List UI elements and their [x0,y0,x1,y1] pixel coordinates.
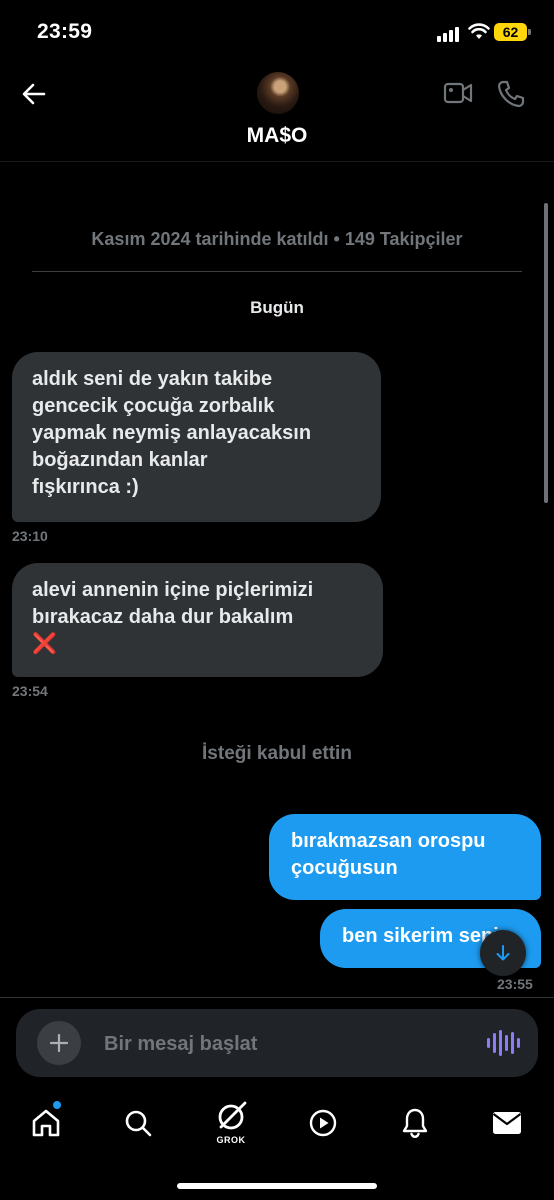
back-arrow-icon[interactable] [20,80,48,108]
message-line: yapmak neymiş anlayacaksın [32,422,312,444]
message-time: 23:54 [12,683,48,699]
incoming-message[interactable]: aldık seni de yakın takibe gencecik çocu… [12,352,381,522]
tab-grok[interactable] [201,1094,261,1140]
message-line: gencecik çocuğa zorbalık [32,395,275,417]
header-divider [0,161,554,162]
phone-icon[interactable] [496,79,526,114]
scroll-down-button[interactable] [480,930,526,976]
video-call-icon[interactable] [443,80,473,111]
tab-messages[interactable] [477,1100,537,1146]
cellular-signal-icon [437,27,459,42]
battery-icon: 62 [494,23,527,41]
joined-info: Kasım 2024 tarihinde katıldı • 149 Takip… [91,229,463,249]
message-line: çocuğusun [291,857,398,879]
message-line: alevi annenin içine piçlerimizi [32,579,314,601]
message-line: fışkırınca :) [32,476,139,498]
date-separator: Bugün [250,298,304,317]
scroll-down-arrow-icon [496,945,510,961]
tab-video[interactable] [293,1100,353,1146]
battery-tip [528,29,531,35]
tab-home[interactable] [16,1100,76,1146]
mail-icon [492,1112,522,1134]
message-line: bırakmazsan orospu [291,830,486,852]
voice-wave-icon[interactable] [487,1029,520,1057]
wifi-icon [468,22,490,45]
tab-notifications[interactable] [385,1100,445,1146]
message-line: aldık seni de yakın takibe [32,368,273,390]
status-time: 23:59 [37,20,93,43]
contact-avatar[interactable] [257,72,299,114]
play-icon [309,1109,337,1137]
home-icon [32,1109,60,1137]
outgoing-message[interactable]: bırakmazsan orospu çocuğusun [269,814,541,900]
contact-name[interactable]: MA$O [0,124,554,148]
message-input[interactable] [104,1030,464,1058]
grok-icon [218,1101,247,1130]
divider [32,271,522,272]
request-accepted-notice: İsteği kabul ettin [202,743,352,764]
message-line: boğazından kanlar [32,449,208,471]
message-time: 23:10 [12,528,48,544]
grok-label: GROK [216,1135,246,1145]
cross-mark-emoji: ❌ [32,633,57,655]
composer-divider [0,997,554,998]
home-indicator [177,1183,377,1189]
message-line: bırakacaz daha dur bakalım [32,606,294,628]
tab-search[interactable] [108,1100,168,1146]
search-icon [125,1110,152,1137]
message-time: 23:55 [497,976,533,992]
notification-dot [53,1101,61,1109]
plus-icon [49,1033,69,1053]
bell-icon [402,1108,428,1139]
add-media-button[interactable] [37,1021,81,1065]
incoming-message[interactable]: alevi annenin içine piçlerimizi bırakaca… [12,563,383,677]
